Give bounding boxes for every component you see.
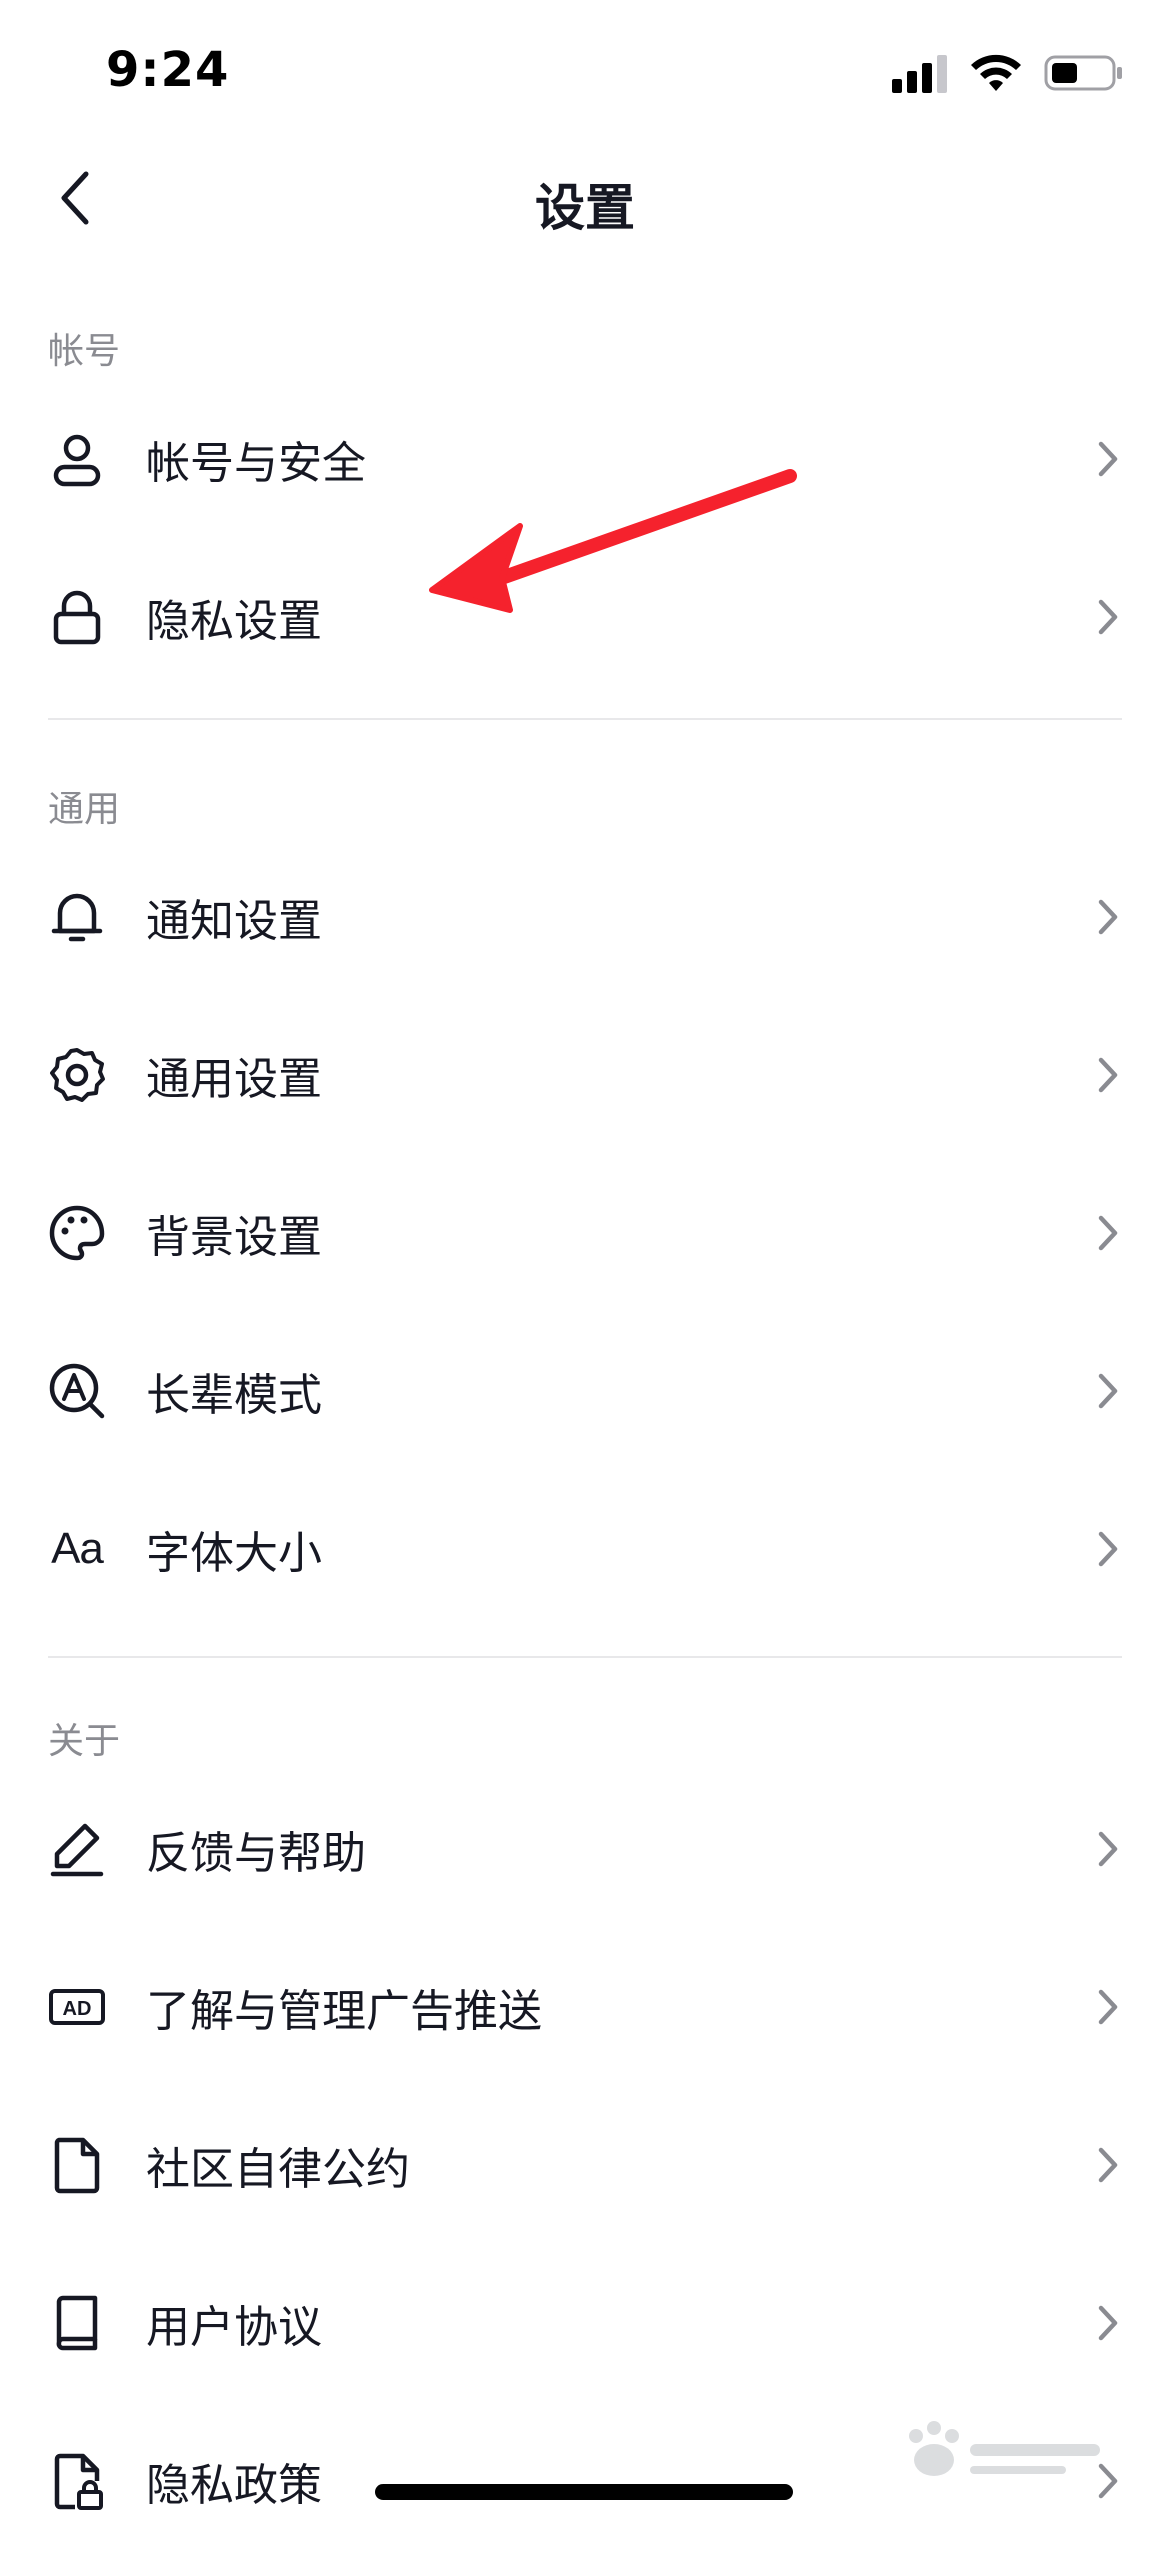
settings-item-community-guidelines[interactable]: 社区自律公约 (0, 2086, 1170, 2244)
settings-item-privacy[interactable]: 隐私设置 (0, 538, 1170, 696)
settings-item-notifications[interactable]: 通知设置 (0, 838, 1170, 996)
ad-icon: AD (44, 1974, 110, 2040)
lock-icon (44, 584, 110, 650)
settings-item-label: 隐私设置 (146, 596, 322, 647)
settings-item-label: 通用设置 (146, 1054, 322, 1105)
gear-icon (44, 1042, 110, 1108)
settings-item-label: 用户协议 (146, 2302, 322, 2353)
settings-item-label: 字体大小 (146, 1528, 322, 1579)
pencil-icon (44, 1816, 110, 1882)
settings-item-general[interactable]: 通用设置 (0, 996, 1170, 1154)
settings-item-user-agreement[interactable]: 用户协议 (0, 2244, 1170, 2402)
status-icons (892, 50, 1124, 100)
chevron-right-icon (1090, 1211, 1126, 1255)
home-indicator[interactable] (375, 2484, 793, 2500)
settings-item-label: 通知设置 (146, 896, 322, 947)
settings-item-label: 长辈模式 (146, 1370, 322, 1421)
font-size-icon-text: Aa (51, 1524, 104, 1573)
cellular-signal-icon (892, 53, 948, 97)
page-title: 设置 (535, 179, 635, 237)
settings-item-elder-mode[interactable]: 长辈模式 (0, 1312, 1170, 1470)
settings-item-label: 反馈与帮助 (146, 1828, 366, 1879)
settings-item-label: 社区自律公约 (146, 2144, 410, 2195)
elder-mode-icon (44, 1358, 110, 1424)
settings-item-label: 帐号与安全 (146, 438, 366, 489)
status-bar: 9:24 (0, 0, 1170, 150)
chevron-right-icon (1090, 1053, 1126, 1097)
book-icon (44, 2290, 110, 2356)
user-icon (44, 426, 110, 492)
baidu-watermark-icon (886, 2414, 1106, 2494)
bell-icon (44, 884, 110, 950)
settings-item-account-security[interactable]: 帐号与安全 (0, 380, 1170, 538)
settings-item-background[interactable]: 背景设置 (0, 1154, 1170, 1312)
section-header-about: 关于 (48, 1721, 121, 1762)
chevron-right-icon (1090, 1827, 1126, 1871)
ad-icon-text: AD (63, 1998, 92, 2020)
palette-icon (44, 1200, 110, 1266)
settings-item-font-size[interactable]: Aa 字体大小 (0, 1470, 1170, 1628)
status-time: 9:24 (106, 42, 230, 98)
chevron-right-icon (1090, 1369, 1126, 1413)
wifi-icon (970, 53, 1022, 97)
section-header-account: 帐号 (48, 331, 121, 372)
section-divider (48, 1656, 1122, 1658)
font-size-icon: Aa (44, 1516, 110, 1582)
chevron-right-icon (1090, 437, 1126, 481)
chevron-right-icon (1090, 1985, 1126, 2029)
settings-item-feedback[interactable]: 反馈与帮助 (0, 1770, 1170, 1928)
document-lock-icon (44, 2448, 110, 2514)
settings-item-label: 隐私政策 (146, 2460, 322, 2511)
section-header-general: 通用 (48, 789, 121, 830)
section-divider (48, 718, 1122, 720)
chevron-right-icon (1090, 595, 1126, 639)
battery-icon (1044, 53, 1124, 97)
settings-item-ad-management[interactable]: AD 了解与管理广告推送 (0, 1928, 1170, 2086)
chevron-right-icon (1090, 895, 1126, 939)
settings-item-label: 了解与管理广告推送 (146, 1986, 542, 2037)
chevron-right-icon (1090, 2301, 1126, 2345)
document-icon (44, 2132, 110, 2198)
chevron-right-icon (1090, 2143, 1126, 2187)
settings-item-label: 背景设置 (146, 1212, 322, 1263)
chevron-right-icon (1090, 1527, 1126, 1571)
nav-bar: 设置 (0, 150, 1170, 250)
